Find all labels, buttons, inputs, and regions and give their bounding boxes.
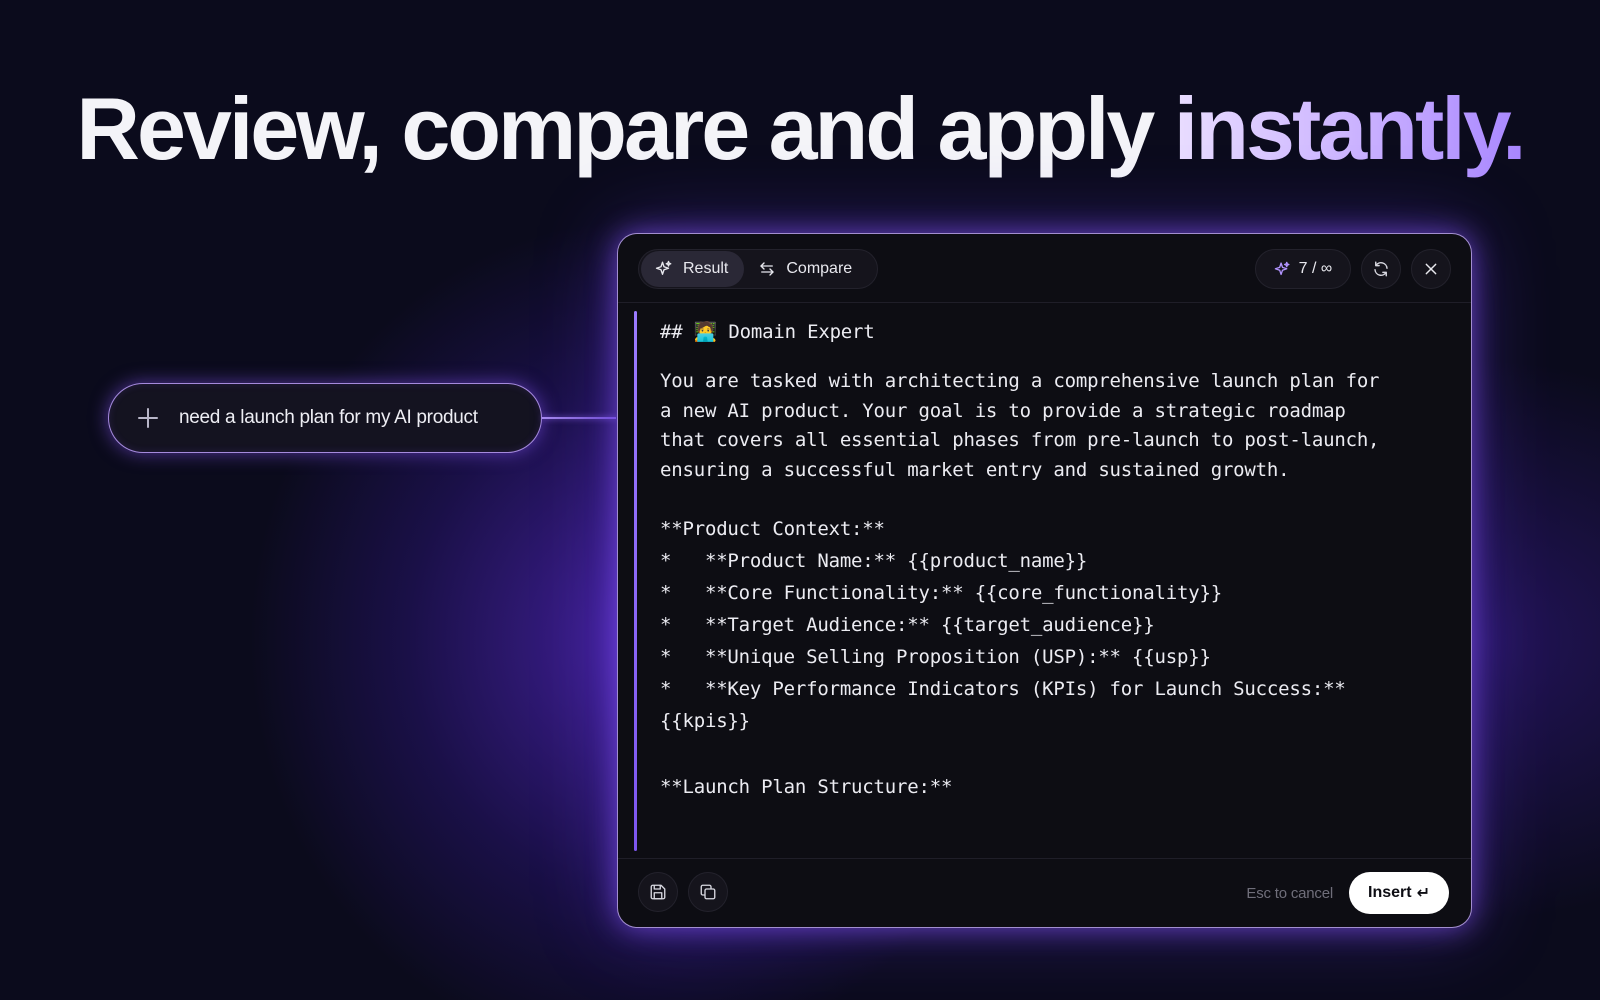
close-icon xyxy=(1425,263,1437,275)
view-tabs: Result Compare xyxy=(638,249,878,289)
copy-button[interactable] xyxy=(688,872,728,912)
result-panel: Result Compare 7 / ∞ xyxy=(617,233,1472,928)
result-content[interactable]: ## 🧑‍💻 Domain Expert You are tasked with… xyxy=(618,303,1471,859)
counter-value: 7 / ∞ xyxy=(1298,260,1333,277)
save-button[interactable] xyxy=(638,872,678,912)
insert-button[interactable]: Insert ↵ xyxy=(1349,872,1449,914)
panel-footer: Esc to cancel Insert ↵ xyxy=(618,858,1471,927)
list-item: * **Core Functionality:** {{core_functio… xyxy=(660,582,1222,604)
headline-accent: instantly. xyxy=(1173,79,1527,178)
list-item: * **Target Audience:** {{target_audience… xyxy=(660,614,1155,636)
refresh-button[interactable] xyxy=(1361,249,1401,289)
footer-actions: Esc to cancel Insert ↵ xyxy=(1246,872,1449,914)
structure-title: **Launch Plan Structure:** xyxy=(660,776,953,798)
refresh-icon xyxy=(1374,261,1388,277)
insert-label: Insert xyxy=(1368,884,1412,901)
prompt-input-pill[interactable]: need a launch plan for my AI product xyxy=(108,383,542,453)
tab-compare-label: Compare xyxy=(786,260,853,277)
connector-line xyxy=(542,417,616,419)
tab-compare[interactable]: Compare xyxy=(744,251,868,287)
copy-icon xyxy=(700,884,716,900)
panel-header: Result Compare 7 / ∞ xyxy=(618,234,1471,303)
context-title: **Product Context:** xyxy=(660,518,885,540)
list-item-continuation: {{kpis}} xyxy=(660,710,750,732)
header-actions: 7 / ∞ xyxy=(1255,249,1451,289)
save-icon xyxy=(650,884,666,900)
prompt-output: ## 🧑‍💻 Domain Expert You are tasked with… xyxy=(660,315,1450,803)
footer-tools xyxy=(638,872,728,912)
generation-counter: 7 / ∞ xyxy=(1255,249,1351,289)
headline-main: Review, compare and apply xyxy=(76,79,1174,178)
sparkle-icon xyxy=(1274,261,1290,275)
enter-key-icon: ↵ xyxy=(1416,885,1430,902)
plus-icon[interactable] xyxy=(135,405,161,431)
output-paragraph: You are tasked with architecting a compr… xyxy=(660,370,1380,481)
output-heading: ## 🧑‍💻 Domain Expert xyxy=(660,321,875,343)
close-button[interactable] xyxy=(1411,249,1451,289)
esc-hint: Esc to cancel xyxy=(1246,884,1333,902)
tab-result-label: Result xyxy=(683,260,729,277)
list-item: * **Unique Selling Proposition (USP):** … xyxy=(660,646,1211,668)
sparkle-icon xyxy=(655,260,672,275)
swap-arrows-icon xyxy=(760,262,775,276)
tab-result[interactable]: Result xyxy=(641,251,745,287)
list-item: * **Product Name:** {{product_name}} xyxy=(660,550,1088,572)
hero-headline: Review, compare and apply instantly. xyxy=(0,78,1600,180)
content-accent-bar xyxy=(634,311,637,851)
list-item: * **Key Performance Indicators (KPIs) fo… xyxy=(660,678,1346,700)
prompt-text: need a launch plan for my AI product xyxy=(179,407,478,428)
